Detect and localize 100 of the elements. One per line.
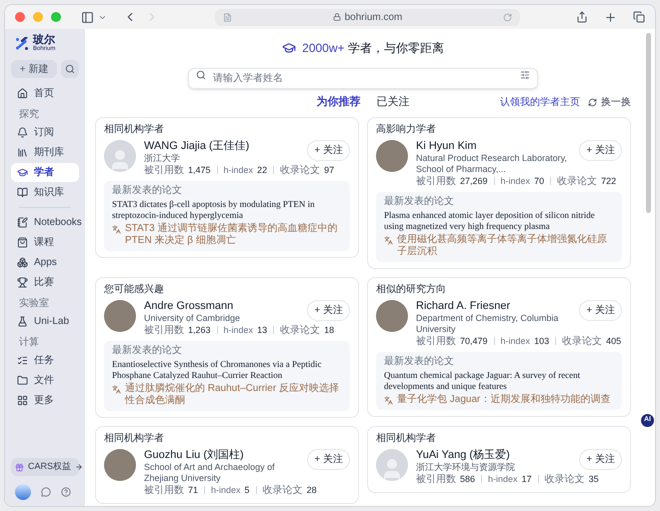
claim-profile-link[interactable]: 认领我的学者主页: [500, 94, 580, 110]
stat-value: 70,479: [460, 334, 488, 348]
paper-title[interactable]: Plasma enhanced atomic layer deposition of silicon nitride using magnetized very high frequency plasma: [384, 210, 614, 232]
sidebar-item[interactable]: 更多: [11, 391, 79, 410]
refresh-button[interactable]: 换一换: [588, 94, 631, 110]
checklist-icon: [17, 355, 28, 366]
stat-value: 70: [534, 174, 544, 188]
follow-button[interactable]: + 关注: [307, 140, 350, 160]
new-button[interactable]: + 新建: [11, 60, 57, 78]
promo-button[interactable]: CARS权益: [11, 458, 79, 476]
stat-value: 722: [601, 174, 616, 188]
scholar-affiliation: Department of Chemistry, Columbia University: [416, 312, 560, 334]
stat-value: 71: [188, 484, 198, 496]
sidebar-item[interactable]: 首页: [11, 84, 79, 103]
graduation-cap-icon: [17, 167, 28, 178]
sidebar-item[interactable]: Notebooks: [11, 213, 79, 232]
paper-translation: 量子化学包 Jaguar：近期发展和独特功能的调查: [397, 394, 610, 406]
stat-label: h-index: [500, 334, 530, 348]
help-icon[interactable]: [61, 487, 71, 497]
scholar-affiliation: University of Cambridge: [144, 312, 242, 324]
follow-button[interactable]: + 关注: [307, 448, 350, 470]
search-field[interactable]: 请输入学者姓名: [188, 68, 538, 89]
follow-button[interactable]: + 关注: [307, 300, 350, 320]
stat-label: 收录论文: [557, 174, 598, 188]
shelves-icon: [17, 147, 28, 158]
scholar-affiliation: School of Art and Archaeology of Zhejiang University: [144, 462, 276, 484]
refresh-icon: [588, 98, 597, 107]
stat-label: 被引用数: [416, 472, 456, 486]
scholar-affiliation: 浙江大学: [144, 152, 181, 164]
paper-title[interactable]: Enantioselective Synthesis of Chromanones via a Peptidic Phosphane Catalyzed Rauhut–Currier Reaction: [112, 358, 342, 380]
scholar-affiliation: 浙江大学环境与资源学院: [416, 462, 516, 472]
sidebar-section-label: 计算: [18, 336, 40, 350]
latest-paper-label: 最新发表的论文: [384, 356, 455, 368]
tab[interactable]: 已关注: [376, 94, 410, 110]
stat-label: 被引用数: [144, 324, 184, 336]
trophy-icon: [17, 277, 28, 288]
scrollbar-thumb[interactable]: [646, 33, 650, 213]
stat-label: 被引用数: [416, 174, 456, 188]
stat-label: 收录论文: [280, 324, 320, 336]
folder-icon: [17, 375, 28, 386]
stat-value: 22: [257, 164, 268, 176]
sidebar-section-label: 探究: [18, 108, 40, 122]
flask-icon: [17, 316, 28, 327]
new-tab-icon[interactable]: [604, 10, 617, 24]
scholar-name: Ki Hyun Kim: [416, 140, 478, 152]
translate-icon: [112, 224, 121, 234]
follow-button[interactable]: + 关注: [579, 300, 622, 320]
sidebar-item[interactable]: 知识库: [11, 183, 79, 202]
stat-label: h-index: [500, 174, 530, 188]
stat-value: 103: [534, 334, 550, 348]
stat-value: 405: [606, 334, 622, 348]
share-icon[interactable]: [576, 11, 588, 23]
paper-title[interactable]: STAT3 dictates β-cell apoptosis by modulating PTEN in streptozocin-induced hyperglycemia: [112, 198, 342, 220]
latest-paper-label: 最新发表的论文: [112, 344, 183, 356]
lock-icon: [332, 13, 341, 21]
maximize-window-icon[interactable]: [51, 12, 61, 22]
sidebar-item[interactable]: 课程: [11, 233, 79, 252]
filter-icon[interactable]: [520, 70, 530, 80]
logo-name: 玻尔: [33, 35, 56, 46]
stat-label: h-index: [211, 484, 241, 496]
sidebar-item[interactable]: 学者: [11, 163, 79, 182]
follow-button[interactable]: + 关注: [579, 140, 622, 160]
card-category: 相同机构学者: [104, 432, 165, 444]
stat-label: 收录论文: [562, 334, 602, 348]
address-bar[interactable]: bohrium.com: [215, 8, 520, 26]
sidebar-item[interactable]: 任务: [11, 351, 79, 370]
user-avatar[interactable]: [15, 484, 31, 500]
arrow-icon: [75, 463, 84, 471]
stat-value: 97: [324, 164, 334, 176]
notebook-icon: [17, 217, 28, 228]
stat-value: 18: [324, 324, 334, 336]
paper-translation: STAT3 通过调节链脲佐菌素诱导的高血糖症中的 PTEN 来决定 β 细胞凋亡: [125, 222, 338, 246]
translate-icon: [112, 384, 121, 394]
close-window-icon[interactable]: [15, 12, 25, 22]
follow-button[interactable]: + 关注: [579, 448, 622, 470]
sidebar-item[interactable]: 比赛: [11, 273, 79, 292]
chat-icon[interactable]: [41, 487, 51, 497]
reload-icon[interactable]: [503, 12, 512, 22]
search-button[interactable]: [61, 60, 79, 78]
scholar-affiliation: Natural Product Research Laboratory, School of Pharmacy,...: [416, 152, 568, 174]
tabs-overview-icon[interactable]: [633, 11, 645, 23]
sidebar-item[interactable]: 订阅: [11, 123, 79, 142]
card-category: 相同机构学者: [104, 124, 165, 136]
card-category: 您可能感兴趣: [104, 284, 165, 296]
scholar-name: Andre Grossmann: [144, 300, 234, 312]
sidebar-item[interactable]: Uni-Lab: [11, 312, 79, 331]
sidebar-toggle-icon[interactable]: [81, 10, 94, 24]
address-text: bohrium.com: [344, 10, 402, 24]
graduation-cap-icon: [282, 41, 296, 55]
paper-title[interactable]: Quantum chemical package Jaguar: A survey of recent developments and unique features: [384, 370, 614, 392]
stat-label: 被引用数: [144, 484, 184, 496]
sidebar-item[interactable]: 期刊库: [11, 143, 79, 162]
scholar-name: Richard A. Friesner: [416, 300, 512, 312]
stat-label: h-index: [224, 324, 254, 336]
sidebar-item[interactable]: Apps: [11, 253, 79, 272]
translate-icon: [384, 396, 393, 404]
tab[interactable]: 为你推荐: [316, 94, 360, 110]
scholar-name: WANG Jiajia (王佳佳): [144, 140, 250, 152]
sidebar-item[interactable]: 文件: [11, 371, 79, 390]
hero-title: 2000w+ 学者，与你零距离: [302, 40, 444, 57]
